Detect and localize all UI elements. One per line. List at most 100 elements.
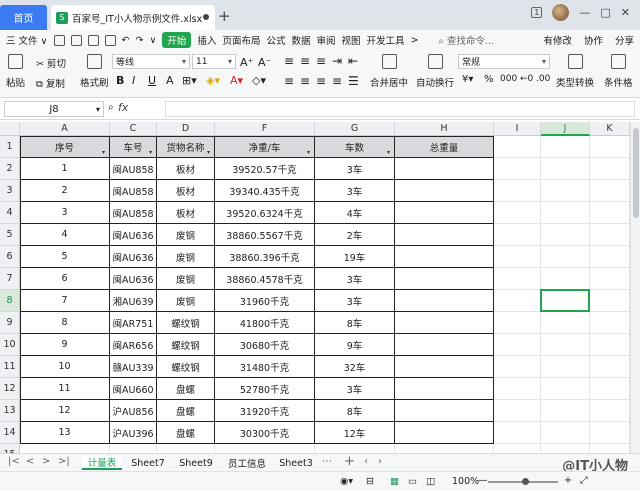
table-cell[interactable]: 板材 [157,180,215,202]
share-button[interactable]: 分享 [615,33,634,47]
empty-cell[interactable] [494,136,541,158]
empty-cell[interactable] [395,444,494,453]
table-cell[interactable]: 闽AU636 [110,268,157,290]
empty-cell[interactable] [541,356,590,378]
sheet-scroll-right[interactable]: › [378,456,382,467]
table-header-cell[interactable]: 车号 ▾ [110,136,157,158]
sheet-tab[interactable]: 员工信息 [224,456,270,470]
formula-input[interactable] [165,101,635,117]
empty-cell[interactable] [541,312,590,334]
italic-button[interactable]: I [132,74,135,87]
empty-cell[interactable] [590,290,630,312]
table-cell[interactable]: 3 [20,202,110,224]
table-cell[interactable]: 13 [20,422,110,444]
table-cell[interactable]: 板材 [157,202,215,224]
align-bottom-icon[interactable]: ≡ [316,54,326,68]
name-box[interactable]: J8 ▾ [4,101,104,117]
row-header[interactable]: 9 [0,312,20,334]
paste-button[interactable]: 粘贴 [6,54,25,89]
row-header[interactable]: 8 [0,290,20,312]
table-cell[interactable]: 闽AU636 [110,246,157,268]
sheet-tab[interactable]: Sheet7 [128,456,168,470]
border-button[interactable]: ⊞▾ [182,74,197,87]
tab-review[interactable]: 审阅 [316,33,335,47]
table-cell[interactable]: 39520.57千克 [215,158,315,180]
table-cell[interactable]: 11 [20,378,110,400]
table-cell[interactable]: 32车 [315,356,395,378]
redo-icon[interactable]: ↷ [135,35,143,46]
fill-color-button[interactable]: ◈▾ [206,74,220,87]
tab-developer[interactable]: 开发工具 [367,33,405,47]
table-header-cell[interactable]: 净重/车 ▾ [215,136,315,158]
table-cell[interactable]: 螺纹钢 [157,356,215,378]
column-header[interactable]: C [110,122,157,136]
empty-cell[interactable] [215,444,315,453]
print-icon[interactable] [87,34,99,46]
table-cell[interactable]: 4 [20,224,110,246]
zoom-slider[interactable] [488,478,558,485]
table-cell[interactable]: 31960千克 [215,290,315,312]
search-command[interactable]: ⌕ 查找命令... [439,33,494,47]
table-cell[interactable] [395,180,494,202]
empty-cell[interactable] [590,180,630,202]
row-header[interactable]: 2 [0,158,20,180]
row-header[interactable]: 6 [0,246,20,268]
column-header[interactable]: I [494,122,541,136]
table-cell[interactable]: 赣AU339 [110,356,157,378]
tab-insert[interactable]: 插入 [197,33,216,47]
merge-center-button[interactable]: 合并居中 [370,54,408,89]
zoom-level[interactable]: 100% [452,476,479,487]
table-cell[interactable]: 10 [20,356,110,378]
empty-cell[interactable] [494,224,541,246]
empty-cell[interactable] [541,400,590,422]
fx-icon[interactable]: fx [118,101,128,114]
tab-view[interactable]: 视图 [342,33,361,47]
empty-cell[interactable] [541,224,590,246]
table-cell[interactable] [395,158,494,180]
row-header[interactable]: 10 [0,334,20,356]
empty-cell[interactable] [541,202,590,224]
table-cell[interactable] [395,268,494,290]
table-cell[interactable]: 盘螺 [157,422,215,444]
table-header-cell[interactable]: 总重量 [395,136,494,158]
window-count-badge[interactable]: 1 [531,7,543,18]
table-cell[interactable]: 2 [20,180,110,202]
table-cell[interactable]: 废钢 [157,268,215,290]
empty-cell[interactable] [590,312,630,334]
table-cell[interactable]: 8车 [315,312,395,334]
active-cell-cursor[interactable] [540,289,590,312]
table-cell[interactable]: 30680千克 [215,334,315,356]
table-cell[interactable]: 12 [20,400,110,422]
empty-cell[interactable] [541,246,590,268]
copy-button[interactable]: ⧉ 复制 [36,76,65,90]
sheet-tab[interactable]: Sheet9 [176,456,216,470]
empty-cell[interactable] [494,158,541,180]
page-break-view-icon[interactable]: ◫ [426,476,435,487]
conditional-format-button[interactable]: 条件格 [604,54,633,89]
increase-decimal-button[interactable]: ←0 [520,74,533,84]
table-cell[interactable]: 沪AU856 [110,400,157,422]
tab-formula[interactable]: 公式 [266,33,285,47]
table-cell[interactable]: 38860.5567千克 [215,224,315,246]
minimize-button[interactable]: — [579,6,590,19]
export-icon[interactable] [70,34,82,46]
column-header[interactable]: H [395,122,494,136]
table-cell[interactable]: 废钢 [157,246,215,268]
empty-cell[interactable] [590,378,630,400]
table-cell[interactable]: 7 [20,290,110,312]
table-cell[interactable] [395,312,494,334]
table-cell[interactable]: 38860.396千克 [215,246,315,268]
table-header-cell[interactable]: 车数 ▾ [315,136,395,158]
empty-cell[interactable] [590,422,630,444]
table-cell[interactable]: 沪AU396 [110,422,157,444]
scrollbar-thumb[interactable] [633,128,639,218]
table-cell[interactable]: 废钢 [157,290,215,312]
underline-button[interactable]: U [148,74,156,87]
fullscreen-icon[interactable]: ⤢ [580,475,588,486]
spreadsheet-grid[interactable]: ACDFGHIJK123456789101112131415序号▾车号▾货物名称… [0,122,630,453]
align-left-icon[interactable]: ≡ [284,74,294,88]
empty-cell[interactable] [590,268,630,290]
table-cell[interactable]: 8车 [315,400,395,422]
table-cell[interactable]: 闽AU636 [110,224,157,246]
view-split-icon[interactable]: ⊟ [366,476,374,487]
